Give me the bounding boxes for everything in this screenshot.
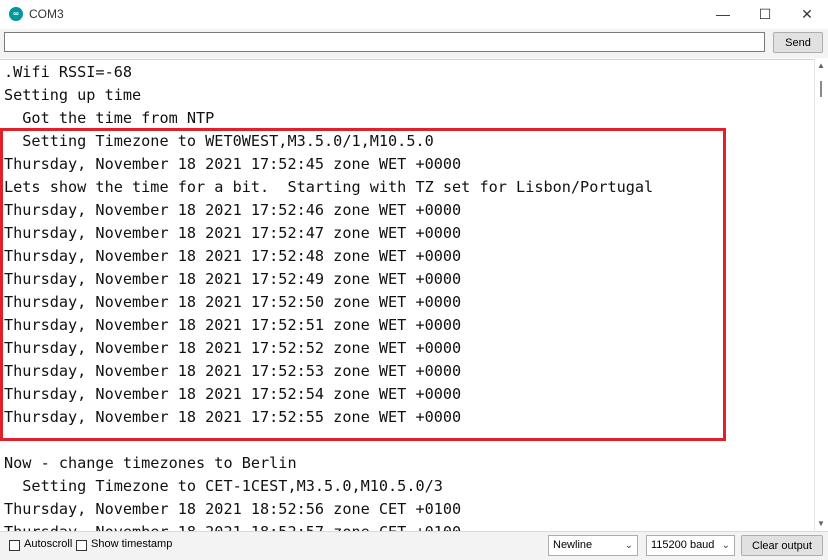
chevron-down-icon: ⌄ — [721, 540, 730, 551]
timestamp-label: Show timestamp — [91, 538, 173, 550]
output-line: Setting up time — [4, 86, 142, 104]
scroll-up-icon[interactable]: ▲ — [817, 61, 825, 71]
close-button[interactable]: ✕ — [784, 0, 828, 29]
bottom-bar: Autoscroll Show timestamp Newline ⌄ 1152… — [0, 531, 828, 560]
maximize-button[interactable]: ☐ — [742, 0, 788, 29]
scrollbar[interactable]: ▲ ▼ — [814, 59, 828, 531]
output-line: Got the time from NTP — [4, 109, 215, 127]
baud-select[interactable]: 115200 baud ⌄ — [646, 535, 735, 556]
chevron-down-icon: ⌄ — [624, 540, 633, 551]
output-line: Setting Timezone to CET-1CEST,M3.5.0,M10… — [4, 477, 443, 495]
autoscroll-checkbox[interactable] — [9, 540, 20, 551]
send-button[interactable]: Send — [773, 32, 823, 53]
autoscroll-label: Autoscroll — [24, 538, 73, 550]
timestamp-checkbox[interactable] — [76, 540, 87, 551]
output-line: Thursday, November 18 2021 18:52:56 zone… — [4, 500, 462, 518]
arduino-icon: ∞ — [9, 7, 23, 21]
output-line: Now - change timezones to Berlin — [4, 454, 297, 472]
output-line: .Wifi RSSI=-68 — [4, 63, 133, 81]
send-input[interactable] — [4, 32, 765, 52]
close-icon: ✕ — [801, 6, 813, 22]
baud-value: 115200 baud — [651, 539, 715, 551]
minimize-button[interactable]: — — [700, 0, 746, 29]
clear-output-button[interactable]: Clear output — [741, 535, 823, 556]
scroll-down-icon[interactable]: ▼ — [817, 519, 825, 529]
scroll-thumb[interactable] — [820, 81, 822, 97]
minimize-icon: — — [716, 6, 730, 22]
line-ending-select[interactable]: Newline ⌄ — [548, 535, 638, 556]
highlight-box — [0, 128, 726, 441]
title-bar: ∞ COM3 — ☐ ✕ — [0, 0, 828, 29]
send-bar: Send — [0, 29, 828, 58]
maximize-icon: ☐ — [758, 6, 772, 22]
window-title: COM3 — [29, 7, 64, 21]
line-ending-value: Newline — [553, 539, 593, 551]
serial-output[interactable]: .Wifi RSSI=-68 Setting up time Got the ti… — [0, 59, 814, 532]
